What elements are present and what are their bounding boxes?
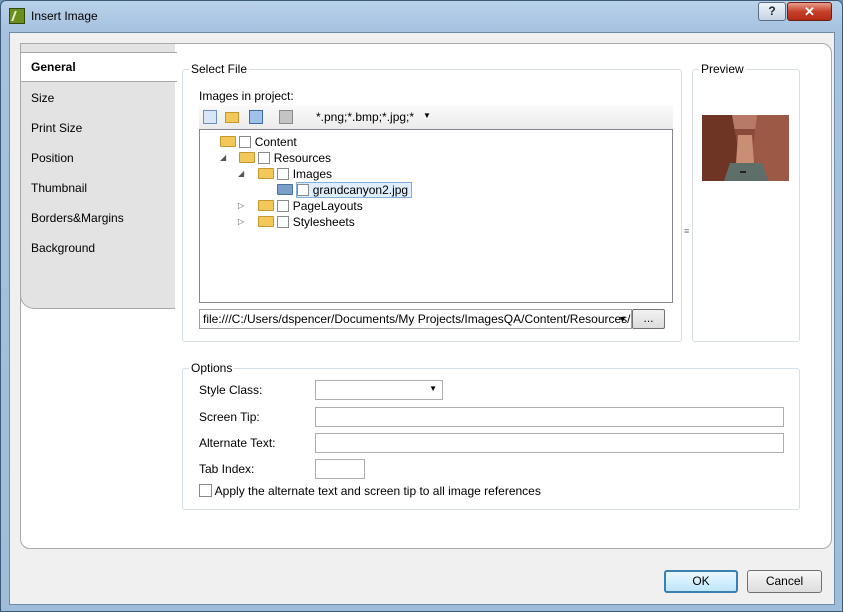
folder-icon: [258, 200, 274, 212]
sidebar-item-thumbnail[interactable]: Thumbnail: [21, 174, 166, 202]
tree-checkbox[interactable]: [258, 151, 271, 164]
expand-arrow-icon[interactable]: ▷: [238, 201, 244, 210]
window-title: Insert Image: [31, 9, 98, 23]
tree-item-label: Resources: [273, 151, 332, 165]
style-class-select[interactable]: ▼: [315, 380, 443, 400]
collapse-arrow-icon[interactable]: ◢: [238, 169, 244, 178]
folder-open-icon: [239, 152, 255, 164]
folder-icon[interactable]: [225, 112, 239, 123]
refresh-icon[interactable]: [279, 110, 293, 124]
tree-checkbox[interactable]: [239, 135, 252, 148]
sidebar: General Size Print Size Position Thumbna…: [20, 43, 177, 309]
preview-group-label: Preview: [699, 62, 746, 76]
images-in-project-label: Images in project:: [199, 89, 294, 103]
tree-checkbox[interactable]: [277, 215, 290, 228]
tree-item-label: PageLayouts: [292, 199, 363, 213]
folder-open-icon: [258, 168, 274, 180]
close-button[interactable]: ✕: [787, 2, 832, 21]
tree-item-images[interactable]: Images: [258, 166, 332, 182]
tree-item-resources[interactable]: Resources: [239, 150, 331, 166]
sidebar-item-borders-margins[interactable]: Borders&Margins: [21, 204, 166, 232]
app-icon: [9, 8, 25, 24]
tree-item-pagelayouts[interactable]: PageLayouts: [258, 198, 363, 214]
alternate-text-label: Alternate Text:: [199, 436, 276, 450]
dialog-body: General Size Print Size Position Thumbna…: [9, 32, 835, 605]
folder-icon: [220, 136, 236, 148]
help-button[interactable]: ?: [758, 2, 786, 21]
tree-item-grandcanyon2[interactable]: grandcanyon2.jpg: [277, 182, 413, 198]
style-class-label: Style Class:: [199, 383, 263, 397]
tree-item-label: Images: [292, 167, 333, 181]
folder-icon: [258, 216, 274, 228]
apply-all-checkbox[interactable]: [199, 484, 212, 498]
tree-item-label: Content: [254, 135, 297, 149]
copy-icon[interactable]: [203, 110, 217, 124]
tab-index-input[interactable]: [315, 459, 365, 479]
sidebar-item-size[interactable]: Size: [21, 84, 166, 112]
file-path-combobox[interactable]: file:///C:/Users/dspencer/Documents/My P…: [199, 309, 632, 329]
ok-button[interactable]: OK: [664, 570, 738, 593]
tab-index-label: Tab Index:: [199, 462, 255, 476]
tree-item-label: Stylesheets: [292, 215, 355, 229]
style-class-dropdown-arrow-icon[interactable]: ▼: [429, 384, 437, 393]
browse-button[interactable]: ...: [632, 309, 665, 329]
tree-checkbox[interactable]: [277, 199, 290, 212]
sidebar-item-print-size[interactable]: Print Size: [21, 114, 166, 142]
tree-item-label: grandcanyon2.jpg: [312, 183, 409, 197]
tree-checkbox[interactable]: [277, 167, 290, 180]
file-toolbar: *.png;*.bmp;*.jpg;* ▼: [199, 105, 673, 129]
collapse-arrow-icon[interactable]: ◢: [220, 153, 226, 162]
title-bar[interactable]: Insert Image ? ✕: [1, 1, 842, 33]
sidebar-item-general[interactable]: General: [21, 52, 177, 82]
sidebar-item-position[interactable]: Position: [21, 144, 166, 172]
tree-checkbox[interactable]: [297, 183, 310, 196]
apply-all-row[interactable]: Apply the alternate text and screen tip …: [199, 484, 541, 498]
sidebar-item-background[interactable]: Background: [21, 234, 166, 262]
cancel-button[interactable]: Cancel: [747, 570, 822, 593]
alternate-text-input[interactable]: [315, 433, 784, 453]
select-file-group-label: Select File: [189, 62, 250, 76]
filter-dropdown-arrow-icon[interactable]: ▼: [423, 111, 431, 120]
view-icon[interactable]: [249, 110, 263, 124]
apply-all-label: Apply the alternate text and screen tip …: [214, 484, 541, 498]
file-filter-select[interactable]: *.png;*.bmp;*.jpg;*: [316, 110, 414, 124]
splitter-grip-icon[interactable]: ≡: [684, 226, 689, 236]
file-tree[interactable]: Content Resources ◢ Images ◢ grandcanyon…: [199, 129, 673, 303]
expand-arrow-icon[interactable]: ▷: [238, 217, 244, 226]
path-dropdown-arrow-icon[interactable]: ▼: [618, 310, 627, 328]
preview-group: Preview: [692, 62, 800, 342]
tree-item-stylesheets[interactable]: Stylesheets: [258, 214, 355, 230]
canyon-thumbnail: [702, 115, 789, 181]
insert-image-dialog: Insert Image ? ✕ General Size Print Size…: [0, 0, 843, 612]
preview-image: [702, 115, 789, 181]
screen-tip-label: Screen Tip:: [199, 410, 260, 424]
image-file-icon: [277, 184, 293, 196]
file-path-value: file:///C:/Users/dspencer/Documents/My P…: [203, 312, 632, 326]
screen-tip-input[interactable]: [315, 407, 784, 427]
selected-file-highlight[interactable]: grandcanyon2.jpg: [296, 182, 413, 198]
options-group-label: Options: [189, 361, 235, 375]
tree-item-content[interactable]: Content: [220, 134, 297, 150]
